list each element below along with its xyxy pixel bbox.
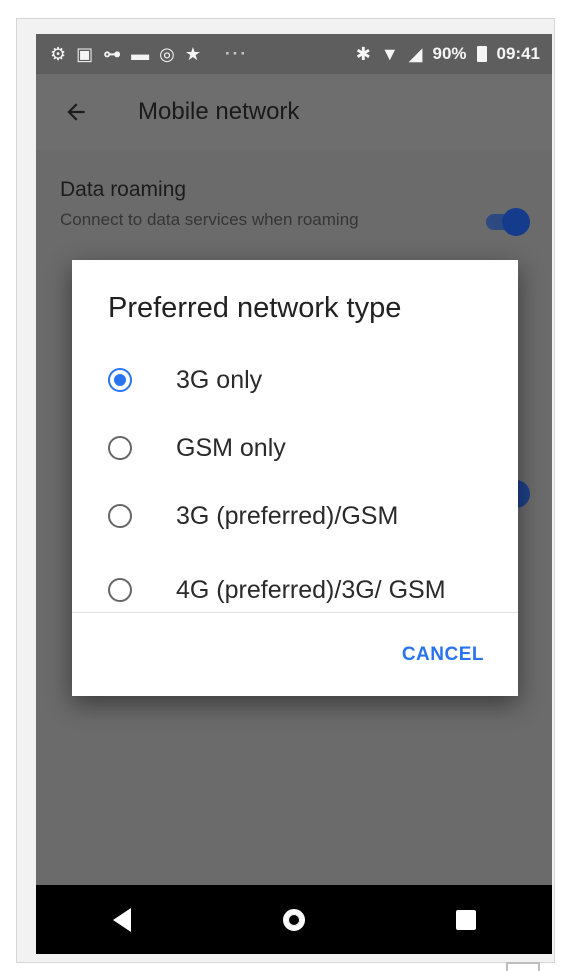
- network-type-options: 3G only GSM only 3G (preferred)/GSM 4G (…: [72, 346, 518, 630]
- page-title: Mobile network: [138, 98, 300, 125]
- preferred-network-dialog: Preferred network type 3G only GSM only …: [72, 260, 518, 696]
- option-label: 3G only: [176, 366, 263, 394]
- option-gsm-only[interactable]: GSM only: [72, 414, 518, 482]
- option-3g-preferred-gsm[interactable]: 3G (preferred)/GSM: [72, 482, 518, 550]
- corner-mark: [506, 962, 540, 971]
- radio-unchecked-icon[interactable]: [108, 504, 132, 528]
- wifi-icon: ▼: [380, 44, 399, 64]
- radio-checked-icon[interactable]: [108, 368, 132, 392]
- radio-unchecked-icon[interactable]: [108, 436, 132, 460]
- toggle-knob: [502, 208, 530, 236]
- data-roaming-toggle[interactable]: [486, 208, 530, 236]
- more-dots-icon: ···: [225, 44, 248, 63]
- folder-icon: ▬: [131, 44, 150, 64]
- nav-back-button[interactable]: [77, 885, 167, 954]
- star-icon: ★: [184, 44, 202, 64]
- option-label: 3G (preferred)/GSM: [176, 502, 399, 530]
- option-label: GSM only: [176, 434, 286, 462]
- tacho-icon: ⊶: [103, 44, 122, 64]
- status-right-icons: ✱ ▼ ◢ 90% 09:41: [356, 44, 540, 64]
- dialog-divider: [72, 612, 518, 613]
- option-4g-preferred-3g-gsm[interactable]: 4G (preferred)/3G/ GSM: [72, 550, 518, 630]
- status-left-icons: ⚙ ▣ ⊶ ▬ ◎ ★ ···: [50, 44, 248, 64]
- wechat-icon: ▣: [76, 44, 94, 64]
- option-3g-only[interactable]: 3G only: [72, 346, 518, 414]
- setting-summary: Connect to data services when roaming: [60, 210, 359, 229]
- back-button[interactable]: [36, 74, 116, 150]
- system-nav-bar: [36, 885, 552, 954]
- clock: 09:41: [496, 44, 540, 63]
- back-triangle-icon: [113, 907, 131, 932]
- app-toolbar: Mobile network: [36, 74, 552, 150]
- setting-data-roaming[interactable]: Data roaming Connect to data services wh…: [60, 178, 528, 232]
- at-icon: ◎: [159, 44, 175, 64]
- settings-list: Data roaming Connect to data services wh…: [36, 150, 552, 885]
- battery-icon: [476, 46, 487, 62]
- home-circle-icon: [283, 908, 305, 931]
- option-label: 4G (preferred)/3G/ GSM: [176, 576, 446, 604]
- signal-icon: ◢: [408, 44, 423, 64]
- status-bar: ⚙ ▣ ⊶ ▬ ◎ ★ ··· ✱ ▼ ◢ 90% 09:41: [36, 34, 552, 74]
- recents-square-icon: [456, 909, 476, 930]
- nav-recents-button[interactable]: [421, 885, 511, 954]
- dialog-title: Preferred network type: [108, 292, 402, 324]
- settings-gear-icon: ⚙: [50, 44, 67, 64]
- setting-title: Data roaming: [60, 178, 187, 201]
- battery-percent: 90%: [432, 44, 467, 63]
- radio-unchecked-icon[interactable]: [108, 578, 132, 602]
- phone-screen: ⚙ ▣ ⊶ ▬ ◎ ★ ··· ✱ ▼ ◢ 90% 09:41 Mobile n…: [36, 34, 552, 954]
- nav-home-button[interactable]: [249, 885, 339, 954]
- bluetooth-icon: ✱: [355, 44, 371, 64]
- cancel-button[interactable]: CANCEL: [402, 644, 484, 666]
- arrow-left-icon: [67, 103, 85, 121]
